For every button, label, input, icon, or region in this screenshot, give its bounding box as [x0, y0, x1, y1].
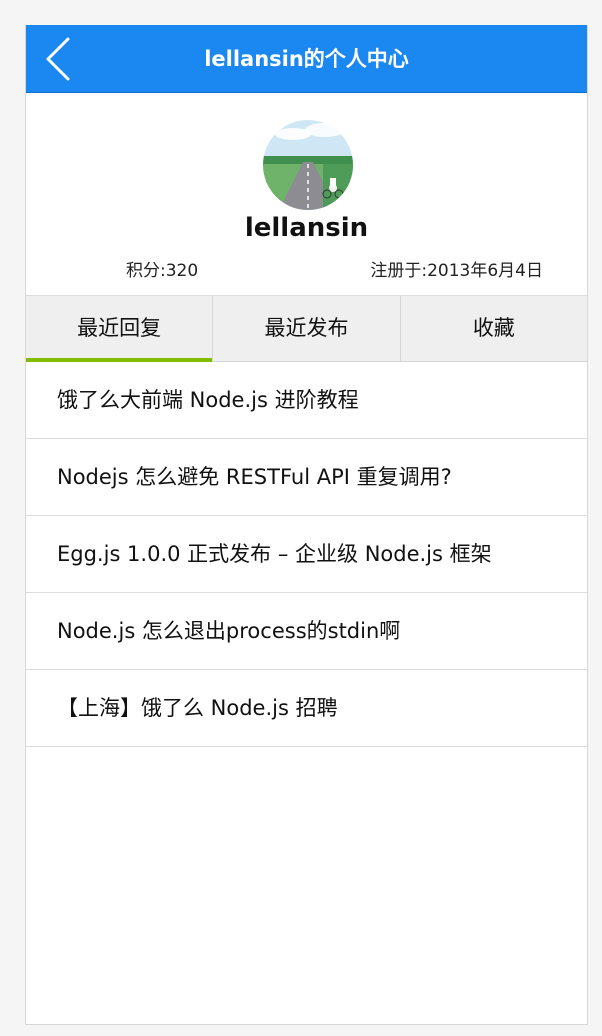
list-item[interactable]: 【上海】饿了么 Node.js 招聘	[26, 670, 587, 747]
page-frame: lellansin的个人中心 lellansin 积分:320 注册于:2013…	[25, 25, 588, 1025]
tab-favorites[interactable]: 收藏	[401, 296, 587, 361]
page-title: lellansin的个人中心	[204, 47, 409, 71]
top-bar: lellansin的个人中心	[26, 25, 587, 93]
tab-bar: 最近回复 最近发布 收藏	[26, 296, 587, 362]
avatar-image	[263, 120, 353, 210]
list-item[interactable]: 饿了么大前端 Node.js 进阶教程	[26, 362, 587, 439]
list-item[interactable]: Nodejs 怎么避免 RESTFul API 重复调用?	[26, 439, 587, 516]
tab-recent-posts[interactable]: 最近发布	[213, 296, 401, 361]
username: lellansin	[244, 213, 369, 243]
topic-list: 饿了么大前端 Node.js 进阶教程 Nodejs 怎么避免 RESTFul …	[26, 362, 587, 747]
registration-date: 注册于:2013年6月4日	[370, 261, 543, 281]
profile-card: lellansin 积分:320 注册于:2013年6月4日	[26, 93, 587, 296]
list-item[interactable]: Node.js 怎么退出process的stdin啊	[26, 593, 587, 670]
score: 积分:320	[126, 261, 199, 281]
avatar[interactable]	[263, 120, 353, 210]
tab-recent-replies[interactable]: 最近回复	[26, 296, 214, 362]
list-item[interactable]: Egg.js 1.0.0 正式发布 – 企业级 Node.js 框架	[26, 516, 587, 593]
